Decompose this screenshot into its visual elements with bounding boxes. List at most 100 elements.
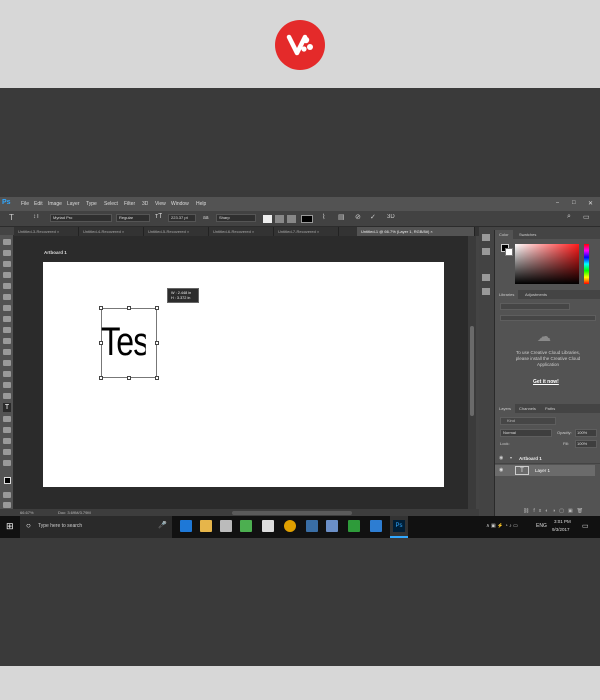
menu-image[interactable]: Image [48,201,62,207]
transform-handle-s[interactable] [127,376,131,380]
tray-icons[interactable]: ∧ ▣ ⚡ ◔ ♪ ▭ [486,523,518,529]
menu-filter[interactable]: Filter [124,201,135,207]
marquee-tool-icon[interactable] [3,250,11,256]
transform-handle-sw[interactable] [99,376,103,380]
lasso-tool-icon[interactable] [3,261,11,267]
clone-stamp-tool-icon[interactable] [3,327,11,333]
pen-tool-icon[interactable] [3,393,11,399]
bg-color-chip[interactable] [505,248,513,256]
taskbar-search-box[interactable]: ○ Type here to search [20,516,172,538]
menu-3d[interactable]: 3D [142,201,148,207]
visibility-eye-icon[interactable]: ◉ [499,455,503,461]
healing-tool-icon[interactable] [3,305,11,311]
chrome-icon[interactable] [284,520,296,532]
tab-swatches[interactable]: Swatches [515,230,540,239]
minimize-button[interactable]: – [556,200,559,206]
tab-channels[interactable]: Channels [515,404,540,413]
3d-icon[interactable]: 3D [387,214,395,220]
windows-start-icon[interactable]: ⊞ [6,521,14,532]
type-tool-active-icon[interactable]: T [3,403,11,412]
hue-slider[interactable] [584,244,589,284]
screen-mode-icon[interactable] [3,502,11,508]
align-left-button[interactable] [263,215,272,223]
menu-file[interactable]: File [21,201,29,207]
history-brush-tool-icon[interactable] [3,338,11,344]
text-layer-row[interactable]: ◉ T Layer 1 [495,465,595,476]
clock-date[interactable]: 9/3/2017 [552,527,570,532]
blend-mode-select[interactable]: Normal [500,429,552,437]
transform-handle-se[interactable] [155,376,159,380]
mail-icon[interactable] [262,520,274,532]
tab-untitled-6[interactable]: Untitled-6-Recovered × [209,227,274,236]
menu-view[interactable]: View [155,201,166,207]
tab-untitled-7[interactable]: Untitled-7-Recovered × [274,227,339,236]
get-it-now-link[interactable]: Get it now! [533,379,559,385]
menu-edit[interactable]: Edit [34,201,43,207]
layer-filter-kind[interactable]: Kind [500,417,556,425]
character-panel-icon[interactable] [482,274,490,281]
opacity-field[interactable]: 100% [575,429,597,437]
vertical-scrollbar[interactable] [468,236,476,510]
app-icon[interactable] [348,520,360,532]
menu-help[interactable]: Help [196,201,206,207]
move-tool-icon[interactable] [3,239,11,245]
menu-window[interactable]: Window [171,201,189,207]
font-family-select[interactable]: Myriad Pro [50,214,112,222]
test-text-layer[interactable]: Test [101,312,146,372]
menu-type[interactable]: Type [86,201,97,207]
brush-tool-icon[interactable] [3,316,11,322]
align-center-button[interactable] [275,215,284,223]
align-right-button[interactable] [287,215,296,223]
notification-icon[interactable]: ▭ [582,522,589,530]
foreground-color-swatch[interactable] [4,477,11,484]
microphone-icon[interactable]: 🎤 [158,521,167,529]
transform-handle-n[interactable] [127,306,131,310]
tab-libraries[interactable]: Libraries [495,290,519,299]
hand-tool-icon[interactable] [3,438,11,444]
color-field[interactable] [515,244,579,284]
transform-handle-e[interactable] [155,341,159,345]
app-icon[interactable] [306,520,318,532]
visibility-eye-icon[interactable]: ◉ [499,467,503,473]
tab-color[interactable]: Color [495,230,513,239]
menu-select[interactable]: Select [104,201,118,207]
library-search-field[interactable] [500,315,596,321]
fill-field[interactable]: 100% [575,440,597,448]
expand-chevron-icon[interactable]: ▾ [510,455,512,460]
path-select-tool-icon[interactable] [3,416,11,422]
canvas-area[interactable]: Artboard 1 Test W : 2.448 in H : 3.372 i… [14,236,469,510]
clock-time[interactable]: 3:01 PM [554,519,571,524]
rectangle-tool-icon[interactable] [3,427,11,433]
zoom-tool-icon[interactable] [3,449,11,455]
properties-panel-icon[interactable] [482,248,490,255]
type-tool-icon[interactable]: T [9,213,14,222]
warp-text-icon[interactable]: ⌇ [322,213,325,221]
zoom-level[interactable]: 66.67% [20,510,34,515]
horizontal-scrollbar[interactable] [232,511,352,515]
eraser-tool-icon[interactable] [3,349,11,355]
tab-adjustments[interactable]: Adjustments [521,290,551,299]
photoshop-taskbar-button[interactable]: Ps [390,516,408,538]
quick-mask-icon[interactable] [3,492,11,498]
character-panel-icon[interactable]: ▤ [338,213,345,221]
more-tools-icon[interactable] [3,460,11,466]
scrollbar-thumb[interactable] [470,326,474,416]
app-icon[interactable] [326,520,338,532]
app-icon[interactable] [370,520,382,532]
transform-handle-w[interactable] [99,341,103,345]
library-select[interactable] [500,303,570,310]
tab-untitled-1-active[interactable]: Untitled-1 @ 66.7% (Layer 1, RGB/8#) × [357,227,475,236]
menu-layer[interactable]: Layer [67,201,80,207]
paragraph-panel-icon[interactable] [482,288,490,295]
edge-icon[interactable] [180,520,192,532]
artboard-layer-row[interactable]: ◉ ▾ Artboard 1 [495,454,600,464]
history-panel-icon[interactable] [482,234,490,241]
commit-icon[interactable]: ✓ [370,213,376,221]
workspace-icon[interactable]: ▭ [583,213,590,221]
quick-select-tool-icon[interactable] [3,272,11,278]
tab-untitled-5[interactable]: Untitled-5-Recovered × [144,227,209,236]
transform-handle-ne[interactable] [155,306,159,310]
tab-paths[interactable]: Paths [541,404,559,413]
maximize-button[interactable]: □ [572,200,576,206]
crop-tool-icon[interactable] [3,283,11,289]
